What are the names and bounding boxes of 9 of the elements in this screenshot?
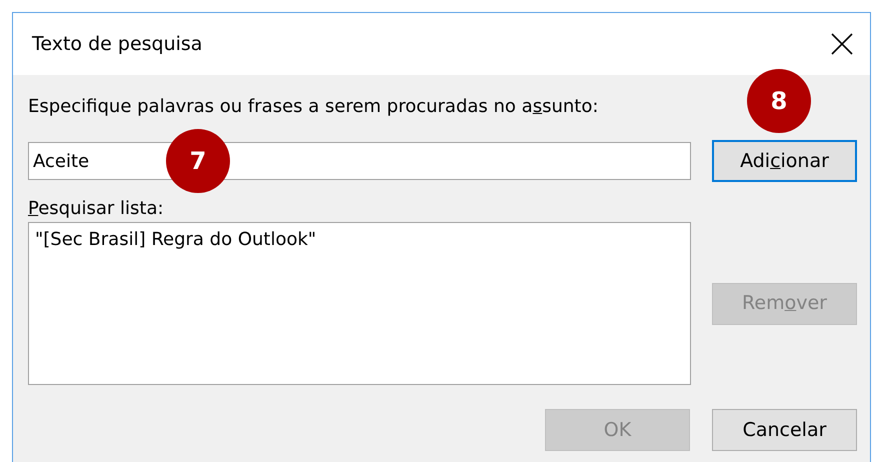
subject-label: Especifique palavras ou frases a serem procuradas no assunto:	[28, 95, 598, 119]
list-label: Pesquisar lista:	[28, 197, 164, 221]
add-button[interactable]: Adicionar	[712, 140, 857, 182]
close-icon[interactable]	[830, 32, 854, 56]
callout-badge: 7	[166, 129, 230, 193]
cancel-button[interactable]: Cancelar	[712, 409, 857, 451]
callout-badge: 8	[747, 69, 811, 133]
window-title: Texto de pesquisa	[32, 32, 202, 57]
list-item[interactable]: "[Sec Brasil] Regra do Outlook"	[35, 228, 684, 252]
